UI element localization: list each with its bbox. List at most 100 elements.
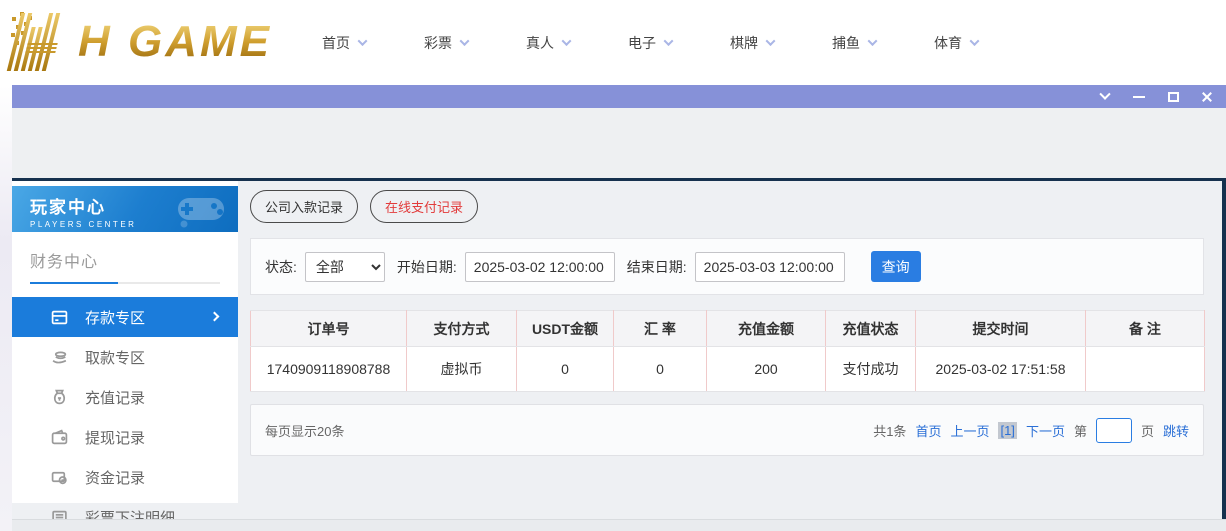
sidebar-item-deposit-zone[interactable]: 存款专区 xyxy=(12,297,238,337)
nav-label: 彩票 xyxy=(424,34,452,51)
start-date-label: 开始日期: xyxy=(396,258,457,275)
chevron-down-icon xyxy=(765,36,776,47)
status-select[interactable]: 全部 xyxy=(304,251,385,282)
window-titlebar xyxy=(12,85,1226,108)
main-content: 公司入款记录 在线支付记录 状态: 全部 开始日期: 结束日期: 查询 xyxy=(238,181,1222,519)
chevron-down-icon xyxy=(561,36,572,47)
cell-submit-time: 2025-03-02 17:51:58 xyxy=(915,346,1086,392)
chevron-down-icon xyxy=(969,36,980,47)
pager: 共1条 首页 上一页 [1] 下一页 第 页 跳转 xyxy=(873,417,1189,443)
sidebar-item-label: 资金记录 xyxy=(85,469,146,487)
sidebar-item-label: 充值记录 xyxy=(85,389,146,407)
chevron-down-icon xyxy=(459,36,470,47)
window-controls xyxy=(1098,85,1214,108)
start-date-input[interactable] xyxy=(464,251,615,282)
end-date-label: 结束日期: xyxy=(626,258,687,275)
gamepad-icon xyxy=(170,188,232,232)
sidebar: 玩家中心 PLAYERS CENTER 财务中心 存款专区 取款专区 充值记录 … xyxy=(12,181,238,527)
filter-panel: 状态: 全部 开始日期: 结束日期: 查询 xyxy=(250,238,1204,295)
nav-item-sports[interactable]: 体育 xyxy=(934,33,980,53)
window-footer-strip xyxy=(12,519,1226,531)
sidebar-item-label: 存款专区 xyxy=(85,309,146,327)
fund-card-icon xyxy=(50,468,68,486)
cell-usdt-amount: 0 xyxy=(516,346,614,392)
nav-label: 电子 xyxy=(628,34,656,51)
maximize-icon[interactable] xyxy=(1166,90,1180,104)
nav-item-fishing[interactable]: 捕鱼 xyxy=(832,33,878,53)
col-amount: 充值金额 xyxy=(706,310,826,347)
nav-item-lottery[interactable]: 彩票 xyxy=(424,33,470,53)
brand-logo: H GAME xyxy=(6,6,272,78)
sidebar-item-fund-records[interactable]: 资金记录 xyxy=(12,457,238,497)
sidebar-item-label: 取款专区 xyxy=(85,349,146,367)
sidebar-section-title: 财务中心 xyxy=(30,254,99,271)
status-label: 状态: xyxy=(265,258,297,275)
table-header-row: 订单号 支付方式 USDT金额 汇 率 充值金额 充值状态 提交时间 备 注 xyxy=(250,310,1205,347)
player-center-window: 玩家中心 PLAYERS CENTER 财务中心 存款专区 取款专区 充值记录 … xyxy=(12,178,1226,527)
window-blank-zone xyxy=(12,108,1226,178)
records-table-panel: 订单号 支付方式 USDT金额 汇 率 充值金额 充值状态 提交时间 备 注 1… xyxy=(250,310,1205,392)
prev-page-link[interactable]: 上一页 xyxy=(950,421,989,440)
page-background-strip xyxy=(0,85,12,531)
cell-status: 支付成功 xyxy=(825,346,916,392)
col-pay-method: 支付方式 xyxy=(406,310,517,347)
end-date-input[interactable] xyxy=(694,251,845,282)
tab-company-deposit-records[interactable]: 公司入款记录 xyxy=(250,190,359,223)
sidebar-item-withdraw-zone[interactable]: 取款专区 xyxy=(12,337,238,377)
sidebar-item-label: 提现记录 xyxy=(85,429,146,447)
jump-button[interactable]: 跳转 xyxy=(1163,421,1189,440)
main-nav: 首页 彩票 真人 电子 棋牌 捕鱼 体育 xyxy=(322,0,1036,85)
cell-amount: 200 xyxy=(706,346,826,392)
nav-item-home[interactable]: 首页 xyxy=(322,33,368,53)
cell-order-no: 1740909118908788 xyxy=(250,346,407,392)
jump-page-input[interactable] xyxy=(1095,417,1132,443)
sidebar-item-recharge-records[interactable]: 充值记录 xyxy=(12,377,238,417)
minimize-icon[interactable] xyxy=(1132,90,1146,104)
next-page-link[interactable]: 下一页 xyxy=(1026,421,1065,440)
cell-pay-method: 虚拟币 xyxy=(406,346,517,392)
sidebar-item-withdrawal-records[interactable]: 提现记录 xyxy=(12,417,238,457)
collapse-icon[interactable] xyxy=(1098,88,1112,104)
col-status: 充值状态 xyxy=(825,310,916,347)
chevron-right-icon xyxy=(209,311,220,322)
logo-text: H GAME xyxy=(78,17,272,66)
chevron-down-icon xyxy=(663,36,674,47)
total-count-text: 共1条 xyxy=(873,423,907,439)
tab-online-payment-records[interactable]: 在线支付记录 xyxy=(370,190,479,223)
records-table: 订单号 支付方式 USDT金额 汇 率 充值金额 充值状态 提交时间 备 注 1… xyxy=(250,310,1205,392)
sidebar-menu: 存款专区 取款专区 充值记录 提现记录 资金记录 彩票下注明细 xyxy=(12,297,238,531)
nav-item-cards[interactable]: 棋牌 xyxy=(730,33,776,53)
current-page-indicator: [1] xyxy=(998,421,1017,439)
wallet-icon xyxy=(50,428,68,446)
col-submit-time: 提交时间 xyxy=(915,310,1086,347)
col-rate: 汇 率 xyxy=(613,310,707,347)
pagination-panel: 每页显示20条 共1条 首页 上一页 [1] 下一页 第 页 跳转 xyxy=(250,404,1204,456)
nav-label: 捕鱼 xyxy=(832,34,860,51)
col-usdt-amount: USDT金额 xyxy=(516,310,614,347)
nav-label: 真人 xyxy=(526,34,554,51)
table-row: 1740909118908788 虚拟币 0 0 200 支付成功 2025-0… xyxy=(250,346,1205,392)
moneybag-icon xyxy=(50,388,68,406)
query-button[interactable]: 查询 xyxy=(870,251,921,282)
chevron-down-icon xyxy=(357,36,368,47)
page-size-text: 每页显示20条 xyxy=(265,423,345,439)
close-icon[interactable] xyxy=(1200,90,1214,104)
nav-item-slots[interactable]: 电子 xyxy=(628,33,674,53)
record-tabs: 公司入款记录 在线支付记录 xyxy=(250,190,479,223)
sidebar-section: 财务中心 xyxy=(30,248,220,284)
nav-label: 首页 xyxy=(322,34,350,51)
sidebar-header: 玩家中心 PLAYERS CENTER xyxy=(12,186,238,232)
nav-label: 棋牌 xyxy=(730,34,758,51)
deposit-card-icon xyxy=(50,308,68,326)
sidebar-divider xyxy=(30,282,220,284)
withdraw-hand-icon xyxy=(50,348,68,366)
chevron-down-icon xyxy=(867,36,878,47)
jump-prefix-label: 第 xyxy=(1073,423,1087,439)
nav-item-live[interactable]: 真人 xyxy=(526,33,572,53)
col-remark: 备 注 xyxy=(1085,310,1205,347)
jump-suffix-label: 页 xyxy=(1140,423,1154,439)
first-page-link[interactable]: 首页 xyxy=(915,421,941,440)
col-order-no: 订单号 xyxy=(250,310,407,347)
cell-remark xyxy=(1085,346,1205,392)
site-header: H GAME 首页 彩票 真人 电子 棋牌 捕鱼 体育 xyxy=(0,0,1226,85)
